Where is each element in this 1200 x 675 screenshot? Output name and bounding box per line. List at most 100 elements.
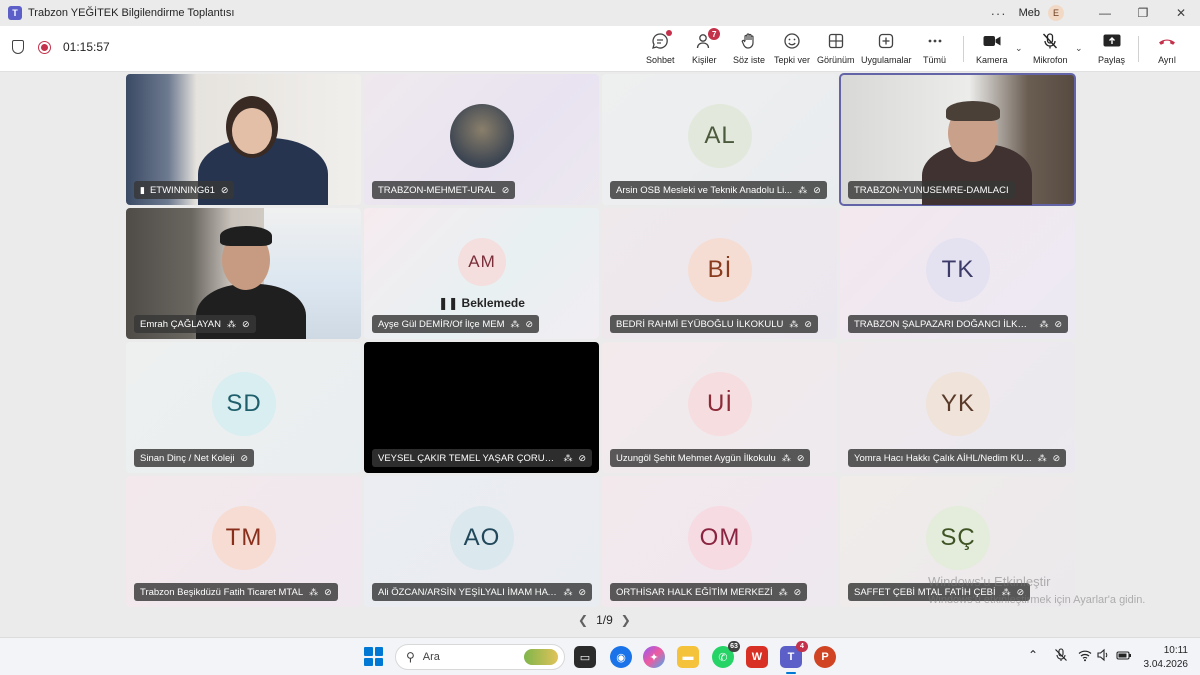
previous-page-icon[interactable]: ❮	[578, 613, 588, 627]
participant-photo	[450, 104, 514, 168]
minimize-button[interactable]: —	[1086, 6, 1124, 20]
participant-avatar: SÇ	[926, 506, 990, 570]
meeting-timer: 01:15:57	[63, 40, 110, 54]
microphone-button[interactable]: Mikrofon	[1033, 30, 1068, 65]
mic-off-icon: ⊘	[1054, 318, 1062, 329]
mic-options-chevron-icon[interactable]: ⌄	[1075, 43, 1083, 54]
participant-tile-speaking[interactable]: TRABZON-YUNUSEMRE-DAMLACI	[839, 73, 1076, 206]
participant-name: Arsin OSB Mesleki ve Teknik Anadolu Li..…	[616, 184, 793, 196]
participant-avatar: OM	[688, 506, 752, 570]
raise-hand-button[interactable]: Söz iste	[733, 30, 765, 65]
chrome-icon[interactable]: ◉	[610, 646, 632, 668]
participant-tile[interactable]: TK TRABZON ŞALPAZARI DOĞANCI İLKOK... ⁂ …	[840, 208, 1075, 339]
activation-watermark-title: Windows'u Etkinleştir	[928, 574, 1051, 589]
react-button[interactable]: Tepki ver	[774, 30, 810, 65]
participant-avatar: TM	[212, 506, 276, 570]
meeting-room-icon: ⁂	[1039, 318, 1049, 329]
volume-icon[interactable]	[1096, 648, 1110, 665]
participant-tile[interactable]: AO Ali ÖZCAN/ARSİN YEŞİLYALI İMAM HATİ..…	[364, 476, 599, 607]
file-explorer-icon[interactable]: ▬	[677, 646, 699, 668]
restore-button[interactable]: ❐	[1124, 6, 1162, 20]
wifi-icon[interactable]	[1078, 648, 1092, 665]
add-app-icon	[877, 30, 895, 52]
taskbar-clock[interactable]: 10:11 3.04.2026	[1138, 644, 1189, 672]
participant-name: TRABZON-YUNUSEMRE-DAMLACI	[854, 184, 1009, 196]
participant-avatar: Uİ	[688, 372, 752, 436]
meeting-room-icon: ⁂	[563, 452, 573, 463]
battery-icon[interactable]	[1116, 648, 1132, 665]
mic-off-icon: ⊘	[241, 318, 250, 329]
meeting-room-icon: ⁂	[510, 318, 520, 329]
activation-watermark-text: Windows'u etkinleştirmek için Ayarlar'a …	[928, 594, 1146, 606]
more-button[interactable]: Tümü	[923, 30, 946, 65]
on-hold-status: ❚❚ Beklemede	[438, 296, 525, 310]
teams-taskbar-icon[interactable]: T4	[780, 641, 808, 668]
toolbar-divider	[963, 36, 964, 62]
account-name[interactable]: Meb	[1019, 7, 1040, 19]
task-view-icon[interactable]: ▭	[574, 646, 596, 668]
apps-button[interactable]: Uygulamalar	[861, 30, 912, 65]
account-avatar[interactable]: E	[1048, 5, 1064, 21]
participant-tile[interactable]: YK Yomra Hacı Hakkı Çalık AİHL/Nedim KU.…	[840, 342, 1075, 473]
windows-taskbar: ⚲ Ara ▭ ◉ ✦ ▬ ✆ 63 W T4 P ⌃ 10:11 3.04.20…	[0, 637, 1200, 675]
camera-options-chevron-icon[interactable]: ⌄	[1015, 43, 1023, 54]
participant-tile[interactable]: Uİ Uzungöl Şehit Mehmet Aygün İlkokulu ⁂…	[602, 342, 837, 473]
search-placeholder: Ara	[422, 651, 440, 663]
camera-icon	[982, 30, 1002, 52]
grid-view-icon	[827, 30, 845, 52]
active-app-indicator	[786, 672, 796, 674]
meeting-toolbar: 01:15:57 Sohbet 7 Kişiler Söz iste Tepki…	[0, 26, 1200, 72]
participant-tile[interactable]: Bİ BEDRİ RAHMİ EYÜBOĞLU İLKOKULU ⁂ ⊘	[602, 208, 837, 339]
participant-name: Yomra Hacı Hakkı Çalık AİHL/Nedim KU...	[854, 452, 1032, 464]
chat-button[interactable]: Sohbet	[646, 30, 675, 65]
participant-tile[interactable]: ▮ ETWINNING61 ⊘	[126, 74, 361, 205]
mic-off-icon: ⊘	[813, 184, 821, 195]
next-page-icon[interactable]: ❯	[621, 613, 631, 627]
meeting-room-icon: ⁂	[309, 586, 319, 597]
wps-office-icon[interactable]: W	[746, 646, 768, 668]
participant-tile[interactable]: AM ❚❚ Beklemede Ayşe Gül DEMİR/Of İlçe M…	[364, 208, 599, 339]
people-button[interactable]: 7 Kişiler	[692, 28, 721, 65]
signal-icon: ▮	[140, 184, 145, 195]
participant-tile[interactable]: SD Sinan Dinç / Net Koleji ⊘	[126, 342, 361, 473]
powerpoint-icon[interactable]: P	[814, 646, 836, 668]
camera-button[interactable]: Kamera	[976, 30, 1008, 65]
page-indicator: 1/9	[596, 613, 613, 627]
participant-name: Sinan Dinç / Net Koleji	[140, 452, 235, 464]
meeting-room-icon: ⁂	[1037, 452, 1047, 463]
participant-tile[interactable]: TRABZON-MEHMET-URAL ⊘	[364, 74, 599, 205]
teams-logo-icon: T	[8, 6, 22, 20]
close-window-button[interactable]: ✕	[1162, 6, 1200, 20]
meeting-room-icon: ⁂	[778, 586, 788, 597]
copilot-icon[interactable]: ✦	[643, 646, 665, 668]
window-title: Trabzon YEĞİTEK Bilgilendirme Toplantısı	[28, 7, 235, 19]
mic-off-icon: ⊘	[501, 184, 510, 195]
taskbar-search[interactable]: ⚲ Ara	[395, 644, 565, 670]
view-button[interactable]: Görünüm	[817, 30, 855, 65]
search-icon: ⚲	[406, 650, 415, 664]
participant-tile[interactable]: Emrah ÇAĞLAYAN ⁂ ⊘	[126, 208, 361, 339]
participant-name: Ali ÖZCAN/ARSİN YEŞİLYALI İMAM HATİ...	[378, 586, 558, 598]
participant-tile[interactable]: TM Trabzon Beşikdüzü Fatih Ticaret MTAL …	[126, 476, 361, 607]
windows-start-icon[interactable]	[364, 647, 383, 666]
leave-button[interactable]: Ayrıl	[1157, 30, 1177, 65]
participant-tile[interactable]: OM ORTHİSAR HALK EĞİTİM MERKEZİ ⁂ ⊘	[602, 476, 837, 607]
chat-icon	[651, 30, 673, 52]
participant-avatar: AM	[458, 238, 506, 286]
more-dots-icon	[926, 30, 944, 52]
mic-off-icon: ⊘	[796, 452, 805, 463]
mic-muted-tray-icon[interactable]	[1054, 648, 1068, 665]
participant-avatar: AL	[688, 104, 752, 168]
share-button[interactable]: Paylaş	[1098, 30, 1125, 65]
participant-tile[interactable]: VEYSEL ÇAKIR TEMEL YAŞAR ÇORUH İL... ⁂ ⊘	[364, 342, 599, 473]
participant-avatar: Bİ	[688, 238, 752, 302]
more-options-icon[interactable]: ···	[991, 6, 1007, 21]
participant-tile[interactable]: AL Arsin OSB Mesleki ve Teknik Anadolu L…	[602, 74, 837, 205]
shield-icon	[12, 40, 24, 54]
show-hidden-icons-chevron-icon[interactable]: ⌃	[1028, 648, 1038, 662]
search-highlight-image	[524, 649, 558, 665]
participant-name: ETWINNING61	[149, 184, 215, 196]
mic-off-icon: ⊘	[525, 318, 534, 329]
meeting-room-icon: ⁂	[789, 318, 799, 329]
whatsapp-icon[interactable]: ✆ 63	[712, 641, 740, 668]
